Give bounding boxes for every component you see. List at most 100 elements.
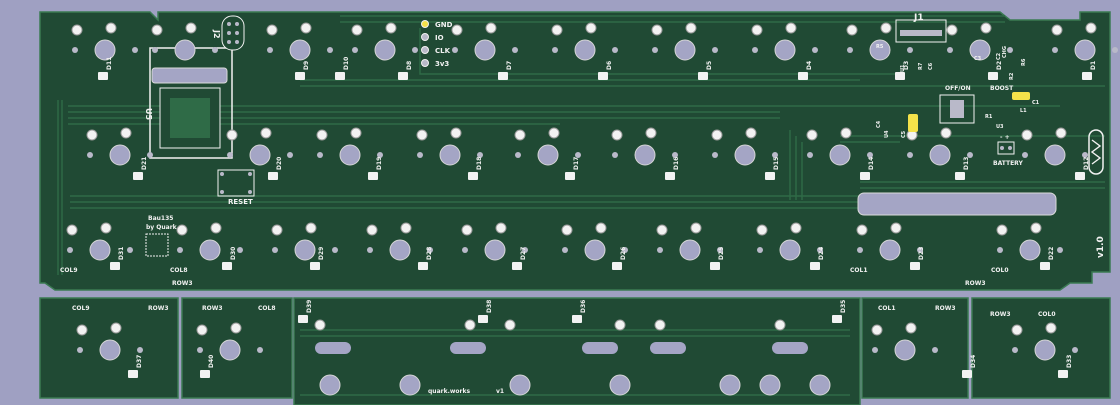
switch-pin (461, 224, 473, 236)
stabilizer-hole (77, 347, 83, 353)
switch-pin (271, 224, 283, 236)
diode-pad (98, 72, 108, 80)
diode-label: D26 (620, 247, 627, 260)
switch-center-hole (374, 39, 396, 61)
ref-c4: C4 (876, 120, 882, 128)
switch-pin (300, 22, 312, 34)
stabilizer-hole (712, 152, 718, 158)
switch-center-hole (319, 374, 341, 396)
module-ref: U5 (144, 108, 153, 120)
switch-pin (996, 224, 1008, 236)
diode-label: D21 (141, 157, 148, 170)
switch-pin (785, 22, 797, 34)
stabilizer-hole (72, 47, 78, 53)
diode-label: D18 (476, 157, 483, 170)
stabilizer-hole (552, 47, 558, 53)
stabilizer-hole (712, 47, 718, 53)
switch-pin (196, 324, 208, 336)
diode-pad (335, 72, 345, 80)
diode-pad (1075, 172, 1085, 180)
header-pin-label: 3v3 (435, 60, 449, 68)
switch-pin (495, 222, 507, 234)
diode-label: D35 (840, 300, 847, 313)
net-label-row3: ROW3 (148, 305, 169, 312)
ref-r6: R6 (1021, 58, 1027, 66)
switch-pin (176, 224, 188, 236)
diode-pad (565, 172, 575, 180)
switch-pin (416, 129, 428, 141)
switch-center-hole (509, 374, 531, 396)
switch-pin (871, 324, 883, 336)
switch-pin (66, 224, 78, 236)
switch-pin (230, 322, 242, 334)
stabilizer-hole (132, 47, 138, 53)
stabilizer-hole (947, 47, 953, 53)
stabilizer-hole (197, 347, 203, 353)
switch-center-hole (869, 39, 891, 61)
switch-pin (105, 22, 117, 34)
switch-center-hole (774, 39, 796, 61)
net-label-row3: ROW3 (990, 311, 1011, 318)
diode-pad (418, 262, 428, 270)
switch-center-hole (109, 144, 131, 166)
switch-pin (400, 222, 412, 234)
switch-pin (690, 222, 702, 234)
diode-pad (598, 72, 608, 80)
switch-pin (614, 319, 626, 331)
switch-pin (905, 322, 917, 334)
switch-pin (100, 222, 112, 234)
switch-center-hole (734, 144, 756, 166)
diode-pad (1058, 370, 1068, 378)
switch-center-hole (89, 239, 111, 261)
diode-pad (910, 262, 920, 270)
diode-label: D23 (918, 247, 925, 260)
diode-pad (832, 315, 842, 323)
switch-center-hole (929, 144, 951, 166)
stabilizer-hole (932, 347, 938, 353)
switch-pin (185, 22, 197, 34)
diode-label: D31 (118, 247, 125, 260)
diode-label: D38 (486, 300, 493, 313)
usb-connector-ref: J1 (913, 13, 924, 23)
switch-center-hole (199, 239, 221, 261)
switch-pin (651, 24, 663, 36)
diode-label: D13 (963, 157, 970, 170)
stabilizer-slot (772, 342, 808, 354)
stabilizer-hole (137, 347, 143, 353)
switch-pin (464, 319, 476, 331)
switch-center-hole (439, 144, 461, 166)
ref-l1: L1 (1020, 108, 1027, 114)
boost-label: BOOST (990, 85, 1014, 92)
stabilizer-hole (212, 47, 218, 53)
ref-u3: U3 (996, 124, 1004, 130)
diode-label: D4 (806, 61, 813, 70)
switch-pin (504, 319, 516, 331)
diode-pad (698, 72, 708, 80)
switch-center-hole (1034, 339, 1056, 361)
swd-connector-ref: J2 (212, 29, 221, 39)
diode-label: D29 (318, 247, 325, 260)
diode-label: D25 (718, 247, 725, 260)
switch-pin (840, 127, 852, 139)
ref-c6: C6 (928, 62, 934, 70)
header-pin-label: CLK (435, 47, 451, 55)
stabilizer-hole (612, 47, 618, 53)
switch-pin (151, 24, 163, 36)
net-label-row3: ROW3 (202, 305, 223, 312)
stabilizer-slot (582, 342, 618, 354)
stabilizer-hole (127, 247, 133, 253)
stabilizer-hole (652, 47, 658, 53)
diode-pad (988, 72, 998, 80)
diode-label: D5 (706, 61, 713, 70)
diode-label: D22 (1048, 247, 1055, 260)
switch-pin (751, 24, 763, 36)
switch-center-hole (584, 239, 606, 261)
diode-label: D2 (996, 61, 1003, 70)
stabilizer-hole (1052, 47, 1058, 53)
stabilizer-hole (367, 247, 373, 253)
diode-pad (268, 172, 278, 180)
stabilizer-hole (562, 247, 568, 253)
switch-pin (846, 24, 858, 36)
switch-pin (450, 127, 462, 139)
diode-pad (468, 172, 478, 180)
